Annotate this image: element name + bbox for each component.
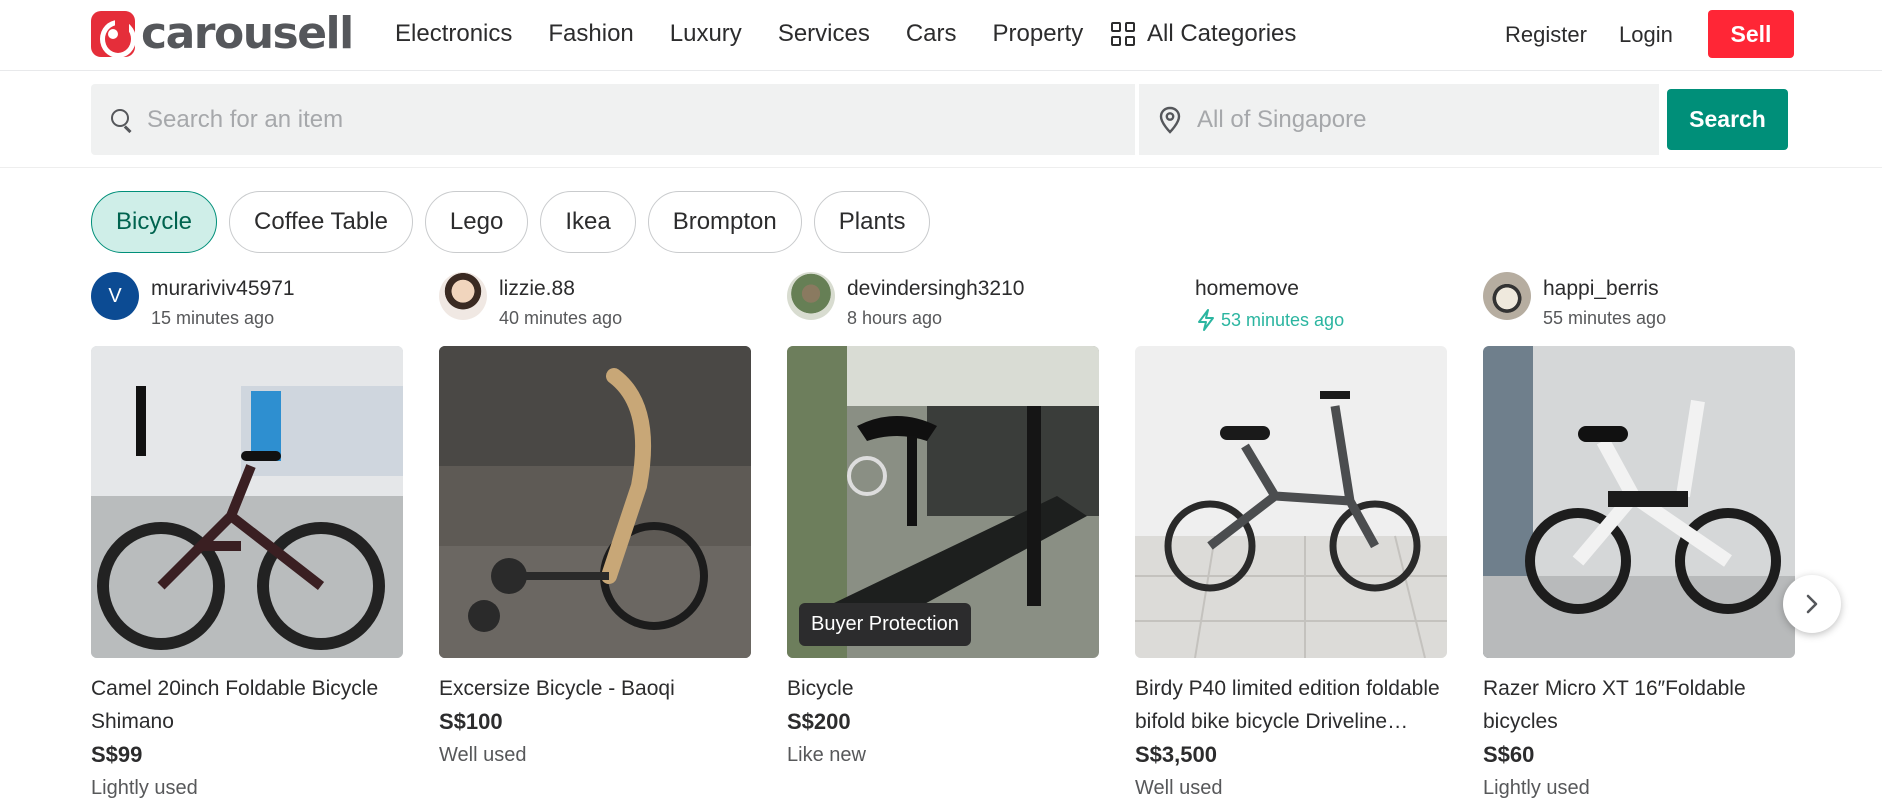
seller-info[interactable]: V murariviv45971 15 minutes ago — [91, 272, 403, 346]
listing-time-text: 40 minutes ago — [499, 308, 623, 328]
listing-condition: Well used — [439, 744, 527, 766]
listing-price: S$100 — [439, 709, 503, 734]
listing-title[interactable]: Razer Micro XT 16″Foldable bicycles — [1483, 672, 1795, 738]
login-link[interactable]: Login — [1619, 22, 1673, 48]
seller-name: happi_berris — [1543, 277, 1659, 300]
listing-time: 55 minutes ago — [1543, 308, 1666, 329]
seller-name: homemove — [1195, 277, 1299, 300]
listing-title[interactable]: Birdy P40 limited edition foldable bifol… — [1135, 672, 1447, 738]
register-link[interactable]: Register — [1505, 22, 1587, 48]
location-pin-icon — [1159, 106, 1181, 134]
logo-mark-icon — [91, 11, 136, 58]
carousel-next-button[interactable] — [1783, 575, 1841, 633]
listing-condition: Lightly used — [91, 777, 198, 799]
carousell-logo[interactable]: carousell — [91, 8, 354, 59]
listing-time: 8 hours ago — [847, 308, 1024, 329]
listing-time-text: 55 minutes ago — [1543, 308, 1667, 328]
listing-time: 15 minutes ago — [151, 308, 295, 329]
listing-photo[interactable] — [91, 346, 403, 658]
chip-ikea[interactable]: Ikea — [540, 191, 636, 253]
listing-photo[interactable] — [1483, 346, 1795, 658]
listing-card: devindersingh3210 8 hours ago Buyer Prot… — [787, 272, 1099, 805]
listing-card: lizzie.88 40 minutes ago Excersize Bicyc… — [439, 272, 751, 805]
listing-time-text: 8 hours ago — [847, 308, 943, 328]
search-button[interactable]: Search — [1667, 89, 1788, 150]
keyword-chips: Bicycle Coffee Table Lego Ikea Brompton … — [91, 191, 942, 253]
chip-plants[interactable]: Plants — [813, 191, 931, 253]
chip-bicycle[interactable]: Bicycle — [91, 191, 218, 253]
listing-time: 53 minutes ago — [1195, 308, 1344, 332]
listing-price: S$60 — [1483, 742, 1535, 767]
nav-link-luxury[interactable]: Luxury — [670, 20, 742, 48]
buyer-protection-badge: Buyer Protection — [799, 603, 971, 646]
avatar: V — [91, 272, 139, 320]
search-bar: Search — [0, 71, 1882, 168]
listing-card: V murariviv45971 15 minutes ago Camel 20… — [91, 272, 403, 805]
sell-button[interactable]: Sell — [1708, 10, 1794, 58]
listing-photo[interactable] — [439, 346, 751, 658]
seller-name: lizzie.88 — [499, 277, 575, 300]
seller-name: murariviv45971 — [151, 277, 295, 300]
location-field[interactable] — [1139, 84, 1659, 155]
listing-price: S$99 — [91, 742, 143, 767]
avatar — [1135, 272, 1183, 320]
location-input[interactable] — [1197, 105, 1613, 134]
grid-icon — [1111, 22, 1135, 46]
seller-info[interactable]: homemove 53 minutes ago — [1135, 272, 1447, 346]
listing-card: happi_berris 55 minutes ago Razer Micro … — [1483, 272, 1795, 805]
listing-card: homemove 53 minutes ago Birdy P40 limite… — [1135, 272, 1447, 805]
listing-price: S$200 — [787, 709, 851, 734]
listing-condition: Lightly used — [1483, 777, 1590, 799]
listing-title[interactable]: Bicycle — [787, 672, 1099, 705]
listing-price: S$3,500 — [1135, 742, 1217, 767]
bicycle-photo-image — [91, 346, 403, 658]
seller-info[interactable]: devindersingh3210 8 hours ago — [787, 272, 1099, 346]
listing-photo[interactable]: Buyer Protection — [787, 346, 1099, 658]
seller-info[interactable]: happi_berris 55 minutes ago — [1483, 272, 1795, 346]
chip-lego[interactable]: Lego — [424, 191, 529, 253]
bump-bolt-icon — [1198, 309, 1214, 331]
nav-link-fashion[interactable]: Fashion — [548, 20, 633, 48]
chip-brompton[interactable]: Brompton — [647, 191, 802, 253]
exercise-bike-photo-image — [439, 346, 751, 658]
all-categories-button[interactable]: All Categories — [1111, 20, 1296, 48]
listing-time-text: 53 minutes ago — [1221, 309, 1345, 330]
top-navigation: carousell Electronics Fashion Luxury Ser… — [0, 0, 1882, 71]
chip-coffee-table[interactable]: Coffee Table — [229, 191, 413, 253]
listing-grid: V murariviv45971 15 minutes ago Camel 20… — [91, 272, 1795, 805]
nav-link-property[interactable]: Property — [993, 20, 1084, 48]
search-field[interactable] — [91, 84, 1135, 155]
nav-link-electronics[interactable]: Electronics — [395, 20, 512, 48]
avatar — [787, 272, 835, 320]
nav-link-cars[interactable]: Cars — [906, 20, 957, 48]
razer-bike-photo-image — [1483, 346, 1795, 658]
seller-name: devindersingh3210 — [847, 277, 1025, 300]
seller-info[interactable]: lizzie.88 40 minutes ago — [439, 272, 751, 346]
listing-time: 40 minutes ago — [499, 308, 622, 329]
listing-condition: Like new — [787, 744, 866, 766]
search-input[interactable] — [147, 105, 983, 134]
listing-title[interactable]: Camel 20inch Foldable Bicycle Shimano — [91, 672, 403, 738]
listing-photo[interactable] — [1135, 346, 1447, 658]
birdy-bike-photo-image — [1135, 346, 1447, 658]
category-nav: Electronics Fashion Luxury Services Cars… — [395, 20, 1119, 48]
listing-time-text: 15 minutes ago — [151, 308, 275, 328]
all-categories-label: All Categories — [1147, 20, 1297, 47]
avatar — [439, 272, 487, 320]
chevron-right-icon — [1806, 594, 1818, 614]
logo-wordmark: carousell — [141, 8, 354, 59]
avatar — [1483, 272, 1531, 320]
listing-condition: Well used — [1135, 777, 1223, 799]
listing-title[interactable]: Excersize Bicycle - Baoqi — [439, 672, 751, 705]
search-icon — [111, 108, 133, 131]
nav-link-services[interactable]: Services — [778, 20, 870, 48]
